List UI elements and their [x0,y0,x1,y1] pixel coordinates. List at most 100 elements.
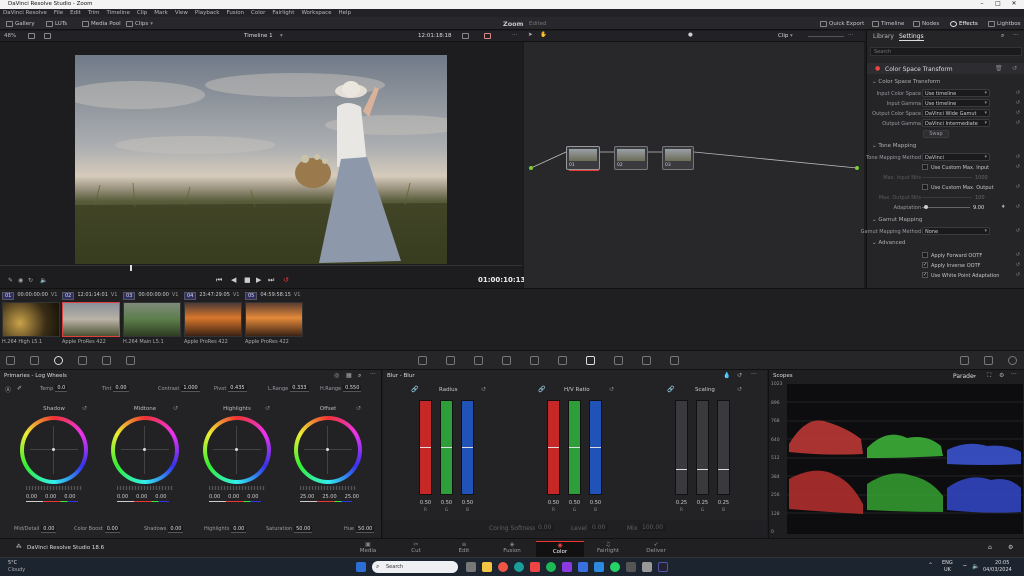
blur-more-icon[interactable]: ··· [751,371,757,378]
blur-value[interactable]: 0.50 [589,500,602,506]
inverse-ootf-checkbox[interactable]: ✓ [922,262,928,268]
play-reverse-icon[interactable]: ◀ [231,276,236,284]
pointer-icon[interactable]: ➤ [528,32,533,38]
blur-value[interactable]: 0.50 [440,500,453,506]
play-icon[interactable]: ▶ [256,276,261,284]
effects-search-input[interactable] [870,47,1022,56]
menu-item[interactable]: Color [251,10,265,16]
clock-date[interactable]: 04/03/2024 [983,567,1012,573]
clock-time[interactable]: 20:05 [995,560,1009,566]
custom-output-checkbox[interactable] [922,184,928,190]
node-more-icon[interactable]: ··· [848,32,853,38]
menu-item[interactable]: Mark [154,10,168,16]
effect-enable-icon[interactable]: ● [875,65,880,72]
wheel-value[interactable]: 0.00 [247,494,258,500]
search-icon[interactable]: ⌕ [1001,32,1004,40]
wheel-value[interactable]: 25.00 [300,494,314,500]
close-icon[interactable]: ✕ [1008,0,1020,7]
maximize-icon[interactable]: □ [992,0,1004,7]
page-tab-deliver[interactable]: ➶ Deliver [632,541,680,554]
lightbox-toggle[interactable]: Lightbox [988,19,1021,28]
menu-item[interactable]: View [175,10,188,16]
blur-value[interactable]: 0.25 [696,500,709,506]
wheel-value[interactable]: 0.00 [45,494,56,500]
wheel-reset-icon[interactable]: ↺ [82,405,87,412]
input-gamma-select[interactable]: Use timeline [922,99,990,107]
library-tab[interactable]: Library [873,33,894,40]
sizing-icon[interactable] [642,356,651,365]
param-value[interactable]: 0.333 [290,385,309,392]
reset-effect-icon[interactable]: ↺ [1012,65,1017,72]
wheel-reset-icon[interactable]: ↺ [173,405,178,412]
blur-bar[interactable] [440,400,453,495]
luts-button[interactable]: LUTs [46,19,67,28]
white-point-checkbox[interactable]: ✓ [922,272,928,278]
param-value[interactable]: 0.00 [231,526,247,533]
task-view-icon[interactable] [466,562,476,572]
coring-value[interactable]: 0.00 [535,524,555,531]
output-gamma-select[interactable]: DaVinci Intermediate [922,119,990,127]
highlight-icon[interactable] [484,33,491,39]
color-wheel[interactable] [111,416,179,484]
color-wheel[interactable] [20,416,88,484]
weather-desc[interactable]: Cloudy [8,567,25,573]
window-icon[interactable] [502,356,511,365]
reset-icon[interactable]: ↺ [1016,120,1020,126]
reset-icon[interactable]: ↺ [1016,154,1020,160]
hand-icon[interactable]: ✋ [540,32,547,38]
blur-bar[interactable] [547,400,560,495]
menu-item[interactable]: Edit [70,10,81,16]
section-tone-mapping[interactable]: ⌄ Tone Mapping [872,143,916,149]
blur-value[interactable]: 0.50 [568,500,581,506]
custom-input-checkbox[interactable] [922,164,928,170]
menu-item[interactable]: Playback [195,10,220,16]
blur-bar[interactable] [461,400,474,495]
color-warper-icon[interactable] [446,356,455,365]
blur-icon[interactable] [586,356,595,365]
master-wheel-slider[interactable] [117,486,173,490]
file-explorer-icon[interactable] [482,562,492,572]
node-02[interactable]: 02 [614,146,648,170]
edge-icon[interactable] [514,562,524,572]
wheel-value[interactable]: 0.00 [209,494,220,500]
param-value[interactable]: 1.000 [181,385,200,392]
whatsapp-icon[interactable] [610,562,620,572]
color-wheel[interactable] [294,416,362,484]
wheel-reset-icon[interactable]: ↺ [265,405,270,412]
video-frame[interactable] [75,55,447,264]
clip-thumbnail[interactable] [123,302,181,337]
clips-button[interactable]: Clips ▾ [126,19,153,28]
page-tab-fusion[interactable]: ◈ Fusion [488,541,536,554]
reset-icon[interactable]: ↺ [1016,90,1020,96]
param-value[interactable]: 50.00 [294,526,313,533]
rgb-mixer-icon[interactable] [78,356,87,365]
hdr-icon[interactable] [126,356,135,365]
region[interactable]: UK [944,567,951,573]
page-tab-fairlight[interactable]: ♫ Fairlight [584,541,632,554]
blur-value[interactable]: 0.50 [461,500,474,506]
playhead[interactable] [130,265,132,271]
zoom-level[interactable]: 48% [4,33,16,39]
gamut-mapping-select[interactable]: None [922,227,990,235]
menu-item[interactable]: File [54,10,63,16]
color-wheels-icon[interactable] [54,356,63,365]
viewer-toggle-icon[interactable] [960,356,969,365]
wheel-value[interactable]: 25.00 [322,494,336,500]
color-match-icon[interactable] [30,356,39,365]
delete-effect-icon[interactable]: 🗑 [995,65,1003,72]
blur-value[interactable]: 0.50 [547,500,560,506]
blur-bar[interactable] [675,400,688,495]
blur-bar[interactable] [696,400,709,495]
eye-icon[interactable]: ◉ [18,277,23,284]
page-tab-color[interactable]: ◉ Color [536,541,584,558]
reset-icon[interactable]: ↺ [1016,110,1020,116]
brush-icon[interactable]: ✎ [8,277,13,284]
weather-temp[interactable]: 5°C [8,560,17,566]
blur-bar[interactable] [419,400,432,495]
clip-thumbnail[interactable] [62,302,120,337]
clip-mode-select[interactable]: Clip [778,33,788,39]
info-icon[interactable] [1008,356,1017,365]
gallery-button[interactable]: Gallery [6,19,35,28]
clip-thumbnail[interactable] [184,302,242,337]
forward-ootf-checkbox[interactable] [922,252,928,258]
